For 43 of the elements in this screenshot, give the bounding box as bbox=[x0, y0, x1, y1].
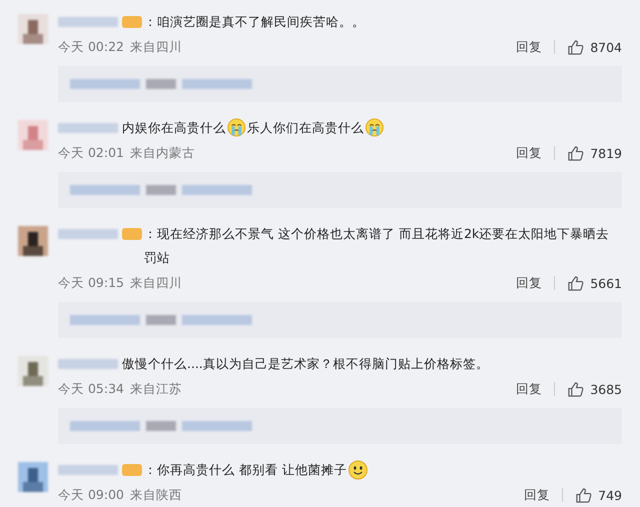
comment-location: 来自陕西 bbox=[130, 486, 182, 504]
reply-link[interactable]: 回复 bbox=[516, 144, 542, 162]
reply-link[interactable]: 回复 bbox=[516, 380, 542, 398]
crying-face-icon bbox=[365, 118, 384, 137]
blurred-username[interactable] bbox=[58, 229, 118, 239]
comment-text: 傲慢个什么....真以为自己是艺术家？根不得脑门贴上价格标签。 bbox=[122, 355, 489, 373]
like-count: 8704 bbox=[590, 40, 622, 54]
reply-link[interactable]: 回复 bbox=[524, 486, 550, 504]
thumbs-up-icon[interactable] bbox=[567, 38, 584, 56]
comment-text: ：你再高贵什么 都别看 让他菌摊子 bbox=[144, 461, 347, 479]
like-count: 3685 bbox=[590, 382, 622, 396]
blurred-username[interactable] bbox=[58, 123, 118, 133]
comment-time: 今天 09:00 bbox=[58, 486, 124, 504]
comment-location: 来自内蒙古 bbox=[130, 144, 195, 162]
blurred-username[interactable] bbox=[58, 359, 118, 369]
blurred-username[interactable] bbox=[58, 465, 118, 475]
comment-location: 来自江苏 bbox=[130, 380, 182, 398]
reply-link[interactable]: 回复 bbox=[516, 38, 542, 56]
blurred-reply-preview[interactable] bbox=[58, 408, 622, 444]
crying-face-icon bbox=[227, 118, 246, 137]
comment-text: ：咱演艺圈是真不了解民间疾苦哈。。 bbox=[144, 13, 365, 31]
comment-text: 乐人你们在高贵什么 bbox=[247, 119, 364, 137]
like-count: 7819 bbox=[590, 146, 622, 160]
thumbs-up-icon[interactable] bbox=[567, 144, 584, 162]
thumbs-up-icon[interactable] bbox=[567, 274, 584, 292]
smiley-icon bbox=[348, 460, 368, 480]
blurred-reply-preview[interactable] bbox=[58, 302, 622, 338]
like-count: 5661 bbox=[590, 276, 622, 290]
comment-time: 今天 05:34 bbox=[58, 380, 124, 398]
reply-link[interactable]: 回复 bbox=[516, 274, 542, 292]
thumbs-up-icon[interactable] bbox=[575, 486, 592, 504]
comment-location: 来自四川 bbox=[130, 274, 182, 292]
comment-time: 今天 09:15 bbox=[58, 274, 124, 292]
like-count: 749 bbox=[598, 488, 622, 502]
comment-time: 今天 00:22 bbox=[58, 38, 124, 56]
comment-text: ：现在经济那么不景气 这个价格也太离谱了 而且花将近2k还要在太阳地下暴晒去罚站 bbox=[144, 225, 610, 267]
blurred-reply-preview[interactable] bbox=[58, 66, 622, 102]
blurred-reply-preview[interactable] bbox=[58, 172, 622, 208]
comment-text: 内娱你在高贵什么 bbox=[122, 119, 226, 137]
thumbs-up-icon[interactable] bbox=[567, 380, 584, 398]
comment-location: 来自四川 bbox=[130, 38, 182, 56]
blurred-username[interactable] bbox=[58, 17, 118, 27]
comment-time: 今天 02:01 bbox=[58, 144, 124, 162]
